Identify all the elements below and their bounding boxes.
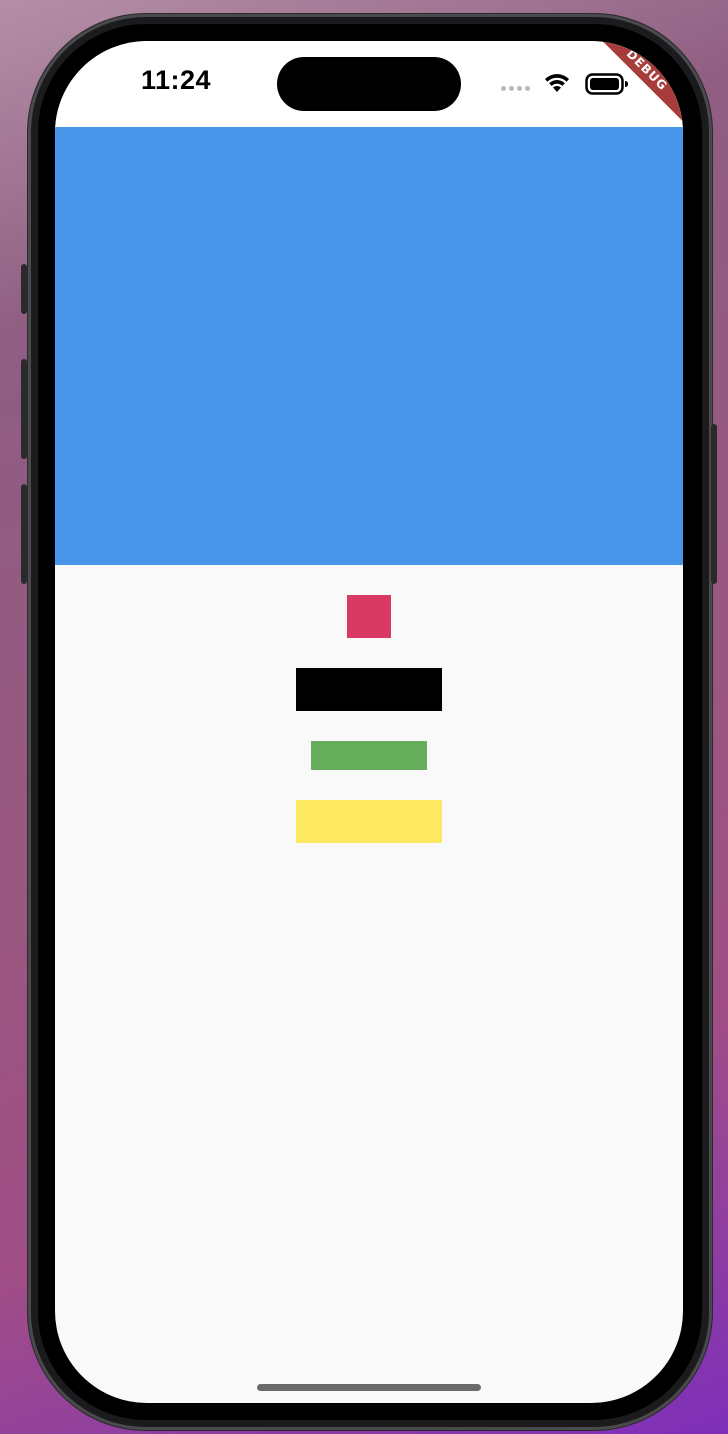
black-rectangle-block: [296, 668, 442, 711]
power-button: [711, 424, 717, 584]
red-square-block: [347, 595, 391, 638]
action-button: [21, 264, 27, 314]
status-bar: 11:24: [55, 41, 683, 127]
phone-frame: 11:24 DEBUG: [21, 14, 717, 1430]
home-indicator[interactable]: [257, 1384, 481, 1391]
volume-up-button: [21, 359, 27, 459]
battery-icon: [585, 73, 628, 95]
status-time: 11:24: [141, 65, 212, 95]
volume-down-button: [21, 484, 27, 584]
signal-dots-icon: [501, 86, 530, 91]
dynamic-island: [277, 57, 461, 111]
green-rectangle-block: [311, 741, 427, 770]
yellow-rectangle-block: [296, 800, 442, 843]
wifi-icon: [545, 74, 569, 92]
app-screen: 11:24 DEBUG: [55, 41, 683, 1403]
top-color-panel: [55, 127, 683, 565]
